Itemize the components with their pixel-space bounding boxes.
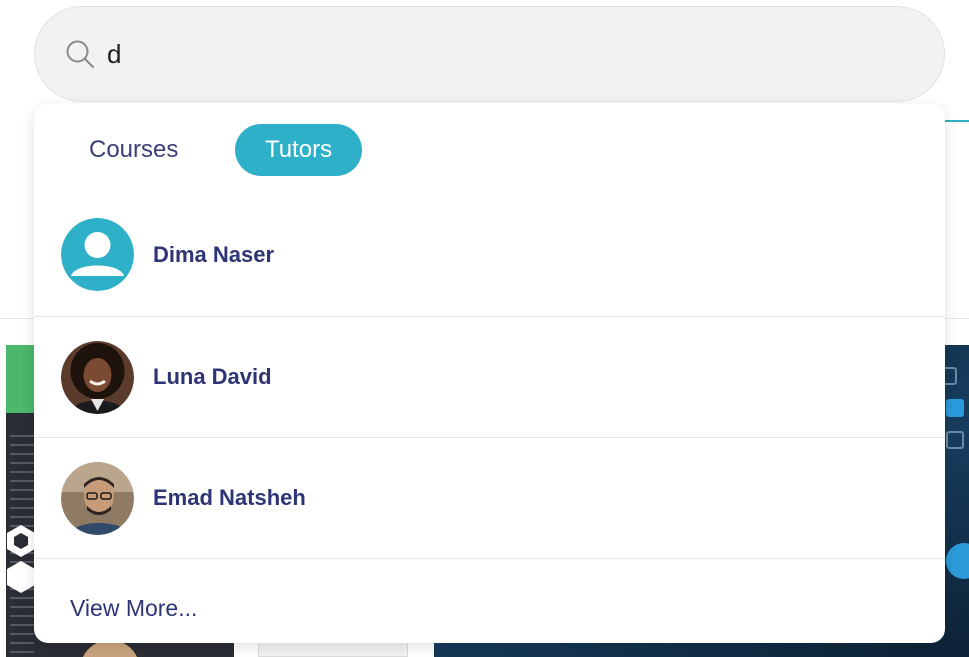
tutor-avatar xyxy=(61,340,134,414)
tab-courses[interactable]: Courses xyxy=(70,124,200,176)
tutor-result-item[interactable]: Emad Natsheh xyxy=(34,437,945,558)
tutor-name: Emad Natsheh xyxy=(153,485,306,510)
share-fab-icon xyxy=(946,543,969,579)
search-input[interactable] xyxy=(107,38,887,70)
search-icon xyxy=(65,39,95,69)
tutor-avatar xyxy=(61,461,134,535)
search-results-dropdown: Courses Tutors Dima Naser Luna David Ema… xyxy=(34,104,945,643)
view-more-link[interactable]: View More... xyxy=(70,595,197,622)
tutor-name: Luna David xyxy=(153,364,272,389)
default-user-icon xyxy=(61,218,134,291)
tutor-result-item[interactable]: Dima Naser xyxy=(34,194,945,315)
hexagon-logo-icon xyxy=(7,525,35,593)
search-bar[interactable] xyxy=(34,6,945,102)
checkbox-graphic-icon xyxy=(946,431,964,449)
tutor-name: Dima Naser xyxy=(153,241,275,267)
tutor-result-item[interactable]: Luna David xyxy=(34,316,945,437)
search-category-tabs: Courses Tutors xyxy=(34,124,945,176)
tab-tutors[interactable]: Tutors xyxy=(235,124,362,176)
view-more-row: View More... xyxy=(34,558,945,643)
checkbox-checked-graphic-icon xyxy=(946,399,964,417)
